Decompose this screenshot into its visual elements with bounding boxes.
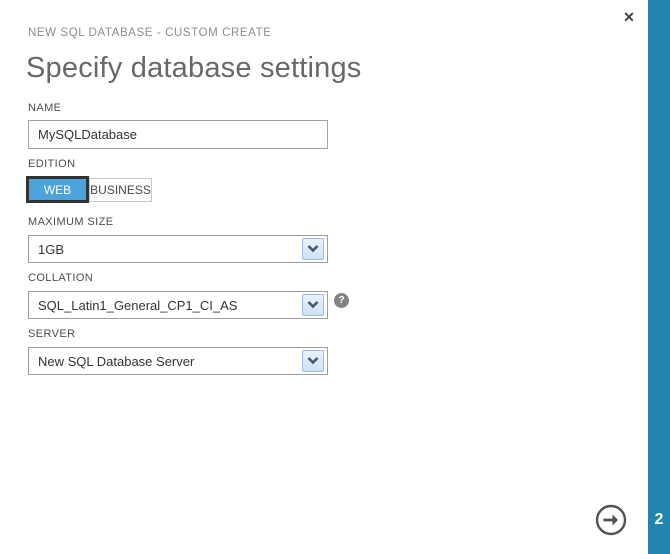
chevron-down-icon[interactable]: [302, 294, 324, 316]
edition-option-business-label: BUSINESS: [90, 183, 151, 197]
collation-select[interactable]: SQL_Latin1_General_CP1_CI_AS: [28, 291, 328, 319]
edition-label: EDITION: [28, 158, 75, 170]
collation-label: COLLATION: [28, 272, 93, 284]
maximum-size-value: 1GB: [38, 236, 297, 262]
next-arrow-button[interactable]: [595, 504, 627, 536]
edition-option-web-label: WEB: [44, 183, 71, 197]
chevron-down-icon[interactable]: [302, 238, 324, 260]
breadcrumb: NEW SQL DATABASE - CUSTOM CREATE: [28, 27, 271, 39]
edition-option-web[interactable]: WEB: [26, 176, 89, 203]
name-input[interactable]: [28, 120, 328, 149]
maximum-size-select[interactable]: 1GB: [28, 235, 328, 263]
maximum-size-label: MAXIMUM SIZE: [28, 216, 113, 228]
collation-value: SQL_Latin1_General_CP1_CI_AS: [38, 292, 297, 318]
chevron-down-icon[interactable]: [302, 350, 324, 372]
server-value: New SQL Database Server: [38, 348, 297, 374]
wizard-step-strip: [648, 0, 670, 554]
close-icon[interactable]: ✕: [620, 8, 638, 26]
help-icon[interactable]: ?: [334, 293, 349, 308]
server-label: SERVER: [28, 328, 75, 340]
server-select[interactable]: New SQL Database Server: [28, 347, 328, 375]
edition-option-business[interactable]: BUSINESS: [89, 178, 152, 202]
page-title: Specify database settings: [26, 52, 361, 85]
wizard-step-number: 2: [648, 511, 670, 529]
name-label: NAME: [28, 102, 61, 114]
arrow-right-icon: [595, 504, 627, 536]
